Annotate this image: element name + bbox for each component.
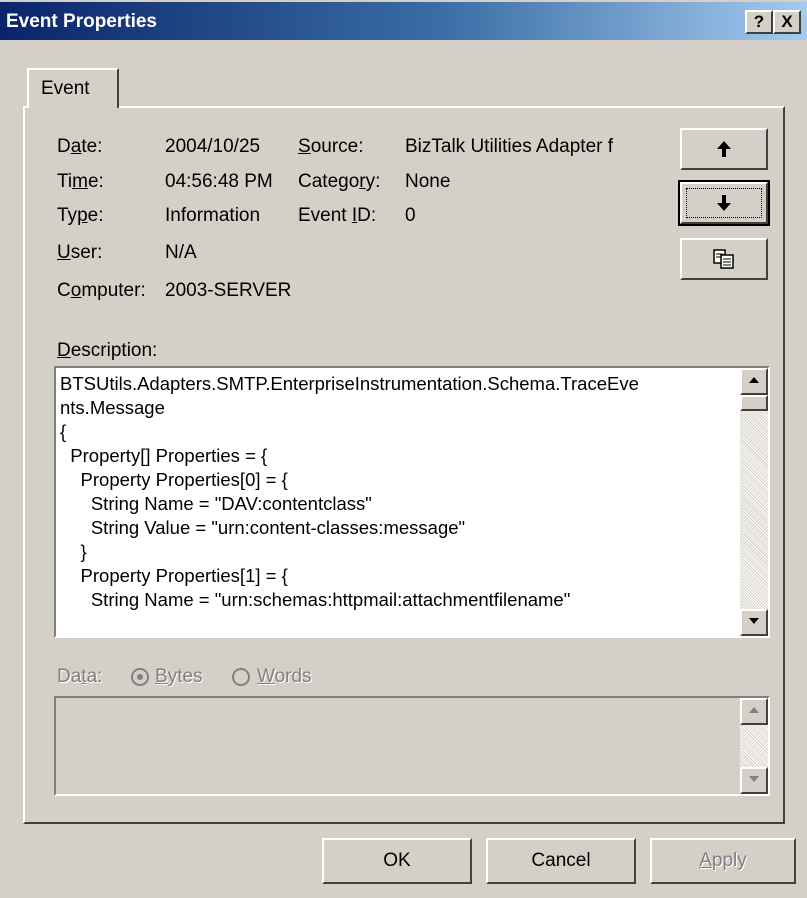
category-label: Category:: [298, 171, 381, 192]
type-value: Information: [165, 205, 261, 226]
description-text[interactable]: BTSUtils.Adapters.SMTP.EnterpriseInstrum…: [60, 372, 738, 634]
next-event-button[interactable]: [678, 180, 770, 226]
bytes-radio[interactable]: [131, 668, 149, 686]
previous-event-button[interactable]: [680, 128, 768, 170]
source-label: Source:: [298, 136, 364, 157]
help-button[interactable]: ?: [745, 10, 773, 34]
time-value: 04:56:48 PM: [165, 171, 273, 192]
window-title: Event Properties: [6, 11, 157, 32]
description-box[interactable]: BTSUtils.Adapters.SMTP.EnterpriseInstrum…: [54, 366, 770, 638]
source-value: BizTalk Utilities Adapter f: [405, 136, 614, 157]
user-value: N/A: [165, 242, 197, 263]
close-button[interactable]: X: [773, 10, 801, 34]
scroll-down-arrow-icon: [749, 618, 759, 624]
ok-button[interactable]: OK: [322, 838, 472, 884]
event-id-value: 0: [405, 205, 416, 226]
tab-event-label: Event: [41, 78, 90, 99]
cancel-button[interactable]: Cancel: [486, 838, 636, 884]
data-scroll-down-arrow-icon: [749, 776, 759, 782]
tab-event[interactable]: Event: [27, 68, 119, 108]
scroll-thumb[interactable]: [740, 395, 768, 411]
user-label: User:: [57, 242, 103, 263]
arrow-up-icon: [717, 141, 731, 157]
computer-label: Computer:: [57, 280, 146, 301]
title-bar[interactable]: Event Properties ? X: [0, 2, 807, 40]
description-label: Description:: [57, 340, 158, 361]
type-label: Type:: [57, 205, 104, 226]
date-label: Date:: [57, 136, 103, 157]
data-box[interactable]: [54, 696, 770, 796]
data-label: Data:: [57, 666, 103, 687]
event-id-label: Event ID:: [298, 205, 377, 226]
words-radio[interactable]: [232, 668, 250, 686]
data-scroll-up-arrow-icon: [749, 707, 759, 713]
event-properties-dialog: Event Properties ? X Event Date: 2004/10…: [0, 0, 807, 898]
apply-button[interactable]: Apply: [650, 838, 796, 884]
description-scrollbar[interactable]: [740, 368, 768, 636]
computer-value: 2003-SERVER: [165, 280, 292, 301]
category-value: None: [405, 171, 451, 192]
bytes-label[interactable]: Bytes: [155, 666, 203, 688]
copy-icon: [713, 249, 734, 269]
data-scrollbar[interactable]: [740, 698, 768, 794]
data-scroll-down-button[interactable]: [740, 767, 768, 794]
scroll-up-button[interactable]: [740, 368, 768, 395]
scroll-down-button[interactable]: [740, 609, 768, 636]
copy-button[interactable]: [680, 238, 768, 280]
time-label: Time:: [57, 171, 104, 192]
data-scroll-up-button[interactable]: [740, 698, 768, 725]
date-value: 2004/10/25: [165, 136, 261, 157]
words-label[interactable]: Words: [257, 666, 312, 688]
scroll-up-arrow-icon: [749, 377, 759, 383]
